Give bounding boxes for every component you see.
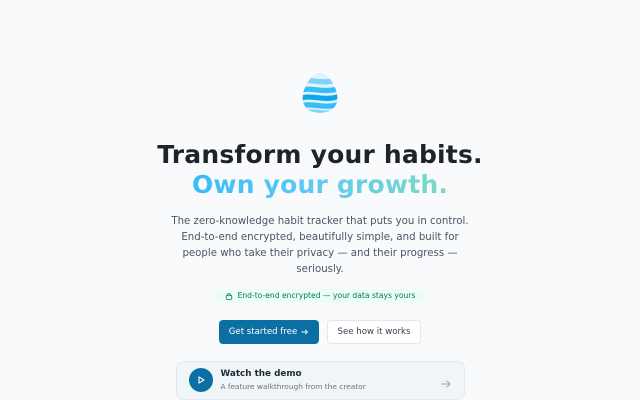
play-icon (197, 376, 205, 384)
lock-icon (225, 292, 232, 300)
cta-row: Get started free See how it works (219, 319, 421, 344)
arrow-right-icon (440, 380, 450, 388)
badge-text: End-to-end encrypted — your data stays y… (237, 291, 416, 301)
egg-logo-icon (302, 72, 338, 113)
hero-description: The zero-knowledge habit tracker that pu… (171, 215, 469, 275)
get-started-label: Get started free (228, 326, 298, 337)
see-how-it-works-label: See how it works (337, 326, 411, 337)
landing-page: Transform your habits. Own your growth. … (0, 0, 640, 400)
get-started-button[interactable]: Get started free (219, 319, 319, 344)
play-button[interactable] (188, 368, 213, 393)
demo-text: Watch the demo A feature walkthrough fro… (221, 369, 366, 391)
demo-subtitle: A feature walkthrough from the creator (220, 382, 366, 392)
encryption-badge: End-to-end encrypted — your data stays y… (215, 288, 425, 303)
arrow-right-icon (301, 329, 309, 335)
hero-subtitle: Own your growth. (191, 169, 449, 199)
watch-demo-card[interactable]: Watch the demo A feature walkthrough fro… (175, 360, 465, 400)
hero-title: Transform your habits. (157, 139, 483, 169)
demo-title: Watch the demo (220, 369, 302, 380)
see-how-it-works-button[interactable]: See how it works (327, 319, 421, 344)
